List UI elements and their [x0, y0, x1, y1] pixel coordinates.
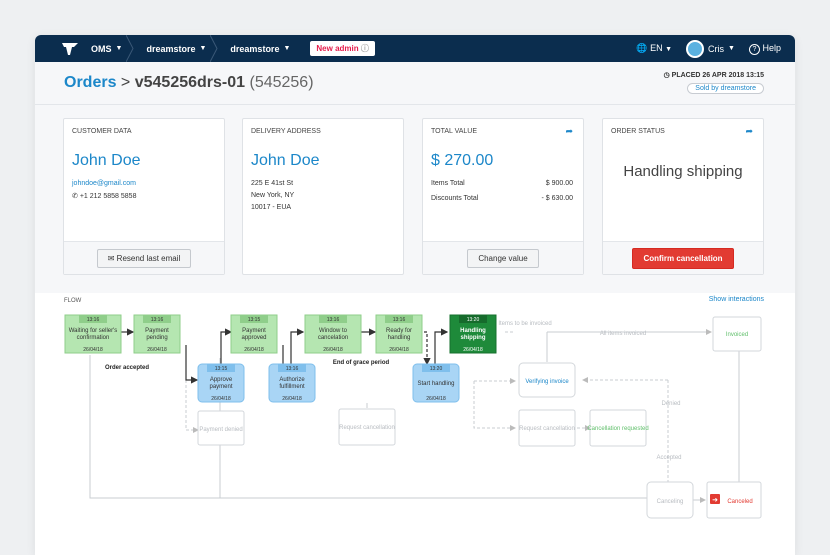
items-invoiced-label: Items to be invoiced: [498, 321, 551, 327]
node-date: 26/04/18: [389, 347, 409, 353]
node-label: Approve: [210, 377, 233, 383]
node-date: 26/04/18: [211, 396, 231, 402]
node-label: Ready for: [386, 328, 412, 334]
node-label: pending: [146, 335, 167, 341]
node-time: 13:20: [430, 366, 443, 372]
payment-denied-label: Payment denied: [199, 427, 242, 433]
app-window: OMS ▼ dreamstore ▼ dreamstore ▼ New admi…: [35, 35, 795, 555]
node-time: 13:16: [393, 317, 406, 323]
node-time: 13:15: [248, 317, 261, 323]
canceling-label: Canceling: [657, 499, 684, 505]
node-time: 13:16: [151, 317, 164, 323]
node-label: Handling: [460, 328, 486, 334]
node-label: Payment: [145, 328, 169, 334]
node-date: 26/04/18: [147, 347, 167, 353]
node-label: payment: [209, 384, 232, 390]
flow-diagram: ➜ 13:16 Waiting for seller's confirmatio…: [64, 314, 762, 519]
verifying-label: Verifying invoice: [525, 379, 569, 385]
node-date: 26/04/18: [323, 347, 343, 353]
invoiced-label: Invoiced: [726, 332, 748, 338]
node-date: 26/04/18: [463, 347, 483, 353]
denied-label: Denied: [661, 401, 680, 407]
cancel-requested-label: Cancellation requested: [587, 426, 648, 432]
node-label: shipping: [461, 335, 486, 341]
node-label: fulfillment: [279, 384, 305, 390]
node-label: Window to: [319, 328, 348, 334]
order-accepted-label: Order accepted: [105, 365, 149, 371]
node-date: 26/04/18: [282, 396, 302, 402]
node-time: 13:20: [467, 317, 480, 323]
node-label: cancelation: [318, 335, 348, 341]
end-grace-label: End of grace period: [333, 360, 390, 366]
node-time: 13:16: [286, 366, 299, 372]
node-time: 13:16: [87, 317, 100, 323]
node-label: Authorize: [279, 377, 305, 383]
node-date: 26/04/18: [426, 396, 446, 402]
node-date: 26/04/18: [244, 347, 264, 353]
request-cancel-label: Request cancellation: [339, 425, 395, 431]
node-label: approved: [241, 335, 266, 341]
arrow-right-icon: ➜: [712, 497, 718, 504]
node-label: Payment: [242, 328, 266, 334]
node-label: Start handling: [417, 381, 454, 387]
node-label: handling: [388, 335, 411, 341]
node-date: 26/04/18: [83, 347, 103, 353]
accepted-label: Accepted: [656, 455, 681, 461]
node-time: 13:15: [215, 366, 228, 372]
all-invoiced-label: All items invoiced: [600, 331, 646, 337]
node-label: confirmation: [77, 335, 110, 341]
node-time: 13:16: [327, 317, 340, 323]
canceled-label: Canceled: [727, 499, 752, 505]
request-cancel-label: Request cancellation: [519, 426, 575, 432]
node-label: Waiting for seller's: [69, 328, 118, 334]
